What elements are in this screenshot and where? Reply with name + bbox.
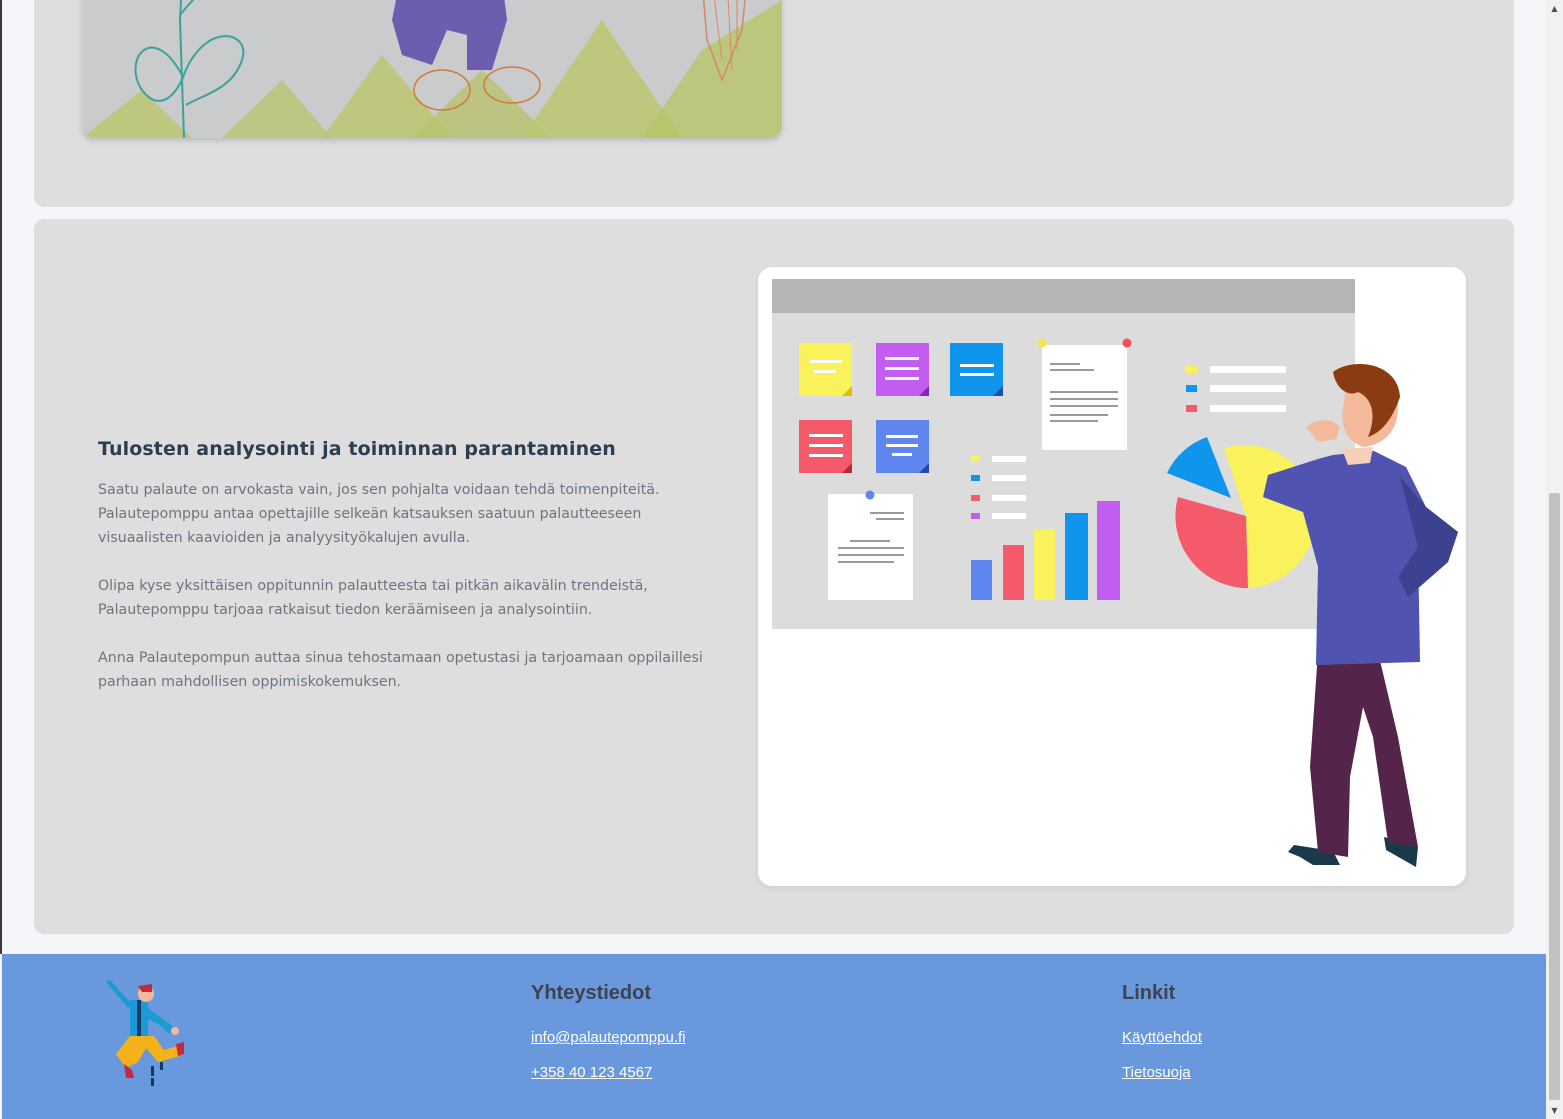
scroll-up-icon[interactable]: ▲ (1546, 0, 1563, 17)
section-paragraph-2: Olipa kyse yksittäisen oppitunnin palaut… (98, 578, 648, 618)
footer-privacy-link[interactable]: Tietosuoja (1122, 1064, 1202, 1081)
site-footer: Yhteystiedot info@palautepomppu.fi +358 … (2, 954, 1546, 1119)
footer-email-link[interactable]: info@palautepomppu.fi (531, 1029, 686, 1046)
analysis-section-card: Tulosten analysointi ja toiminnan parant… (34, 219, 1514, 934)
footer-contact-heading: Yhteystiedot (531, 982, 652, 1004)
child-drawing-image (82, 0, 782, 138)
vertical-scrollbar[interactable]: ▲ ▼ (1546, 0, 1563, 1119)
analytics-board-illustration (758, 267, 1466, 886)
section-heading: Tulosten analysointi ja toiminnan parant… (98, 438, 616, 460)
footer-contact-column: Yhteystiedot info@palautepomppu.fi +358 … (531, 982, 686, 1081)
scrollbar-thumb[interactable] (1549, 493, 1560, 1100)
footer-terms-link[interactable]: Käyttöehdot (1122, 1029, 1202, 1046)
previous-section-card (34, 0, 1514, 207)
section-paragraph-1: Saatu palaute on arvokasta vain, jos sen… (98, 482, 660, 546)
footer-links-column: Linkit Käyttöehdot Tietosuoja (1122, 982, 1202, 1081)
footer-links-heading: Linkit (1122, 982, 1176, 1004)
jumping-figure-logo[interactable] (98, 978, 188, 1094)
scroll-down-icon[interactable]: ▼ (1546, 1102, 1563, 1119)
footer-phone-link[interactable]: +358 40 123 4567 (531, 1064, 686, 1081)
window-left-edge (0, 0, 2, 954)
analysis-text-block: Tulosten analysointi ja toiminnan parant… (98, 438, 718, 694)
section-paragraph-3: Anna Palautepompun auttaa sinua tehostam… (98, 650, 703, 690)
